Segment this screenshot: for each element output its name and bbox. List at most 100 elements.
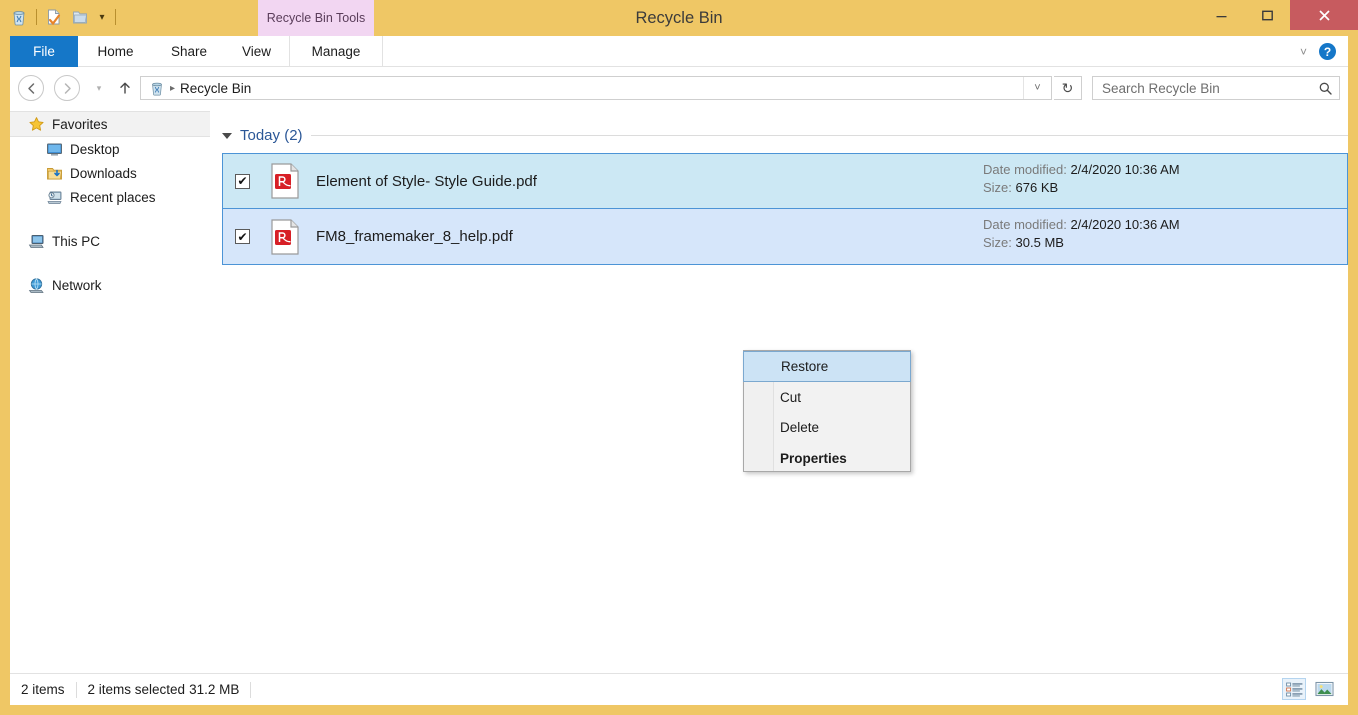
search-box[interactable]: [1092, 76, 1340, 100]
details-view-icon[interactable]: [1282, 678, 1306, 700]
forward-button[interactable]: [54, 75, 80, 101]
chevron-down-icon[interactable]: ˅: [1300, 45, 1307, 59]
size-label: Size:: [983, 235, 1012, 250]
properties-icon[interactable]: [41, 4, 67, 30]
folder-icon[interactable]: [67, 4, 93, 30]
tab-file[interactable]: File: [10, 36, 78, 67]
back-button[interactable]: [18, 75, 44, 101]
date-modified-line: Date modified: 2/4/2020 10:36 AM: [983, 162, 1180, 177]
ribbon-tab-bar: File Home Share View Manage ˅ ?: [10, 36, 1348, 67]
size-line: Size: 676 KB: [983, 180, 1180, 195]
maximize-button[interactable]: [1244, 0, 1290, 30]
row-checkbox[interactable]: ✔: [235, 173, 250, 189]
window-controls: [1198, 0, 1358, 30]
sidebar-item-downloads[interactable]: Downloads: [10, 161, 210, 185]
item-count: 2 items: [21, 682, 65, 697]
selection-count: 2 items selected: [87, 682, 186, 697]
context-menu-item-properties[interactable]: Properties: [744, 443, 910, 474]
group-header-today[interactable]: Today (2): [222, 124, 1348, 146]
triangle-down-icon[interactable]: [222, 133, 232, 139]
file-list: Today (2) ✔ Element of Style- Style Guid…: [210, 107, 1348, 673]
status-bar: 2 items 2 items selected 31.2 MB: [10, 673, 1348, 705]
search-icon: [1319, 82, 1332, 95]
sidebar-gap-2: [10, 253, 210, 273]
contextual-tools-header: Recycle Bin Tools: [258, 0, 374, 36]
tab-view[interactable]: View: [225, 36, 288, 67]
desktop-icon: [46, 141, 63, 158]
context-menu-item-cut[interactable]: Cut: [744, 382, 910, 413]
breadcrumb[interactable]: ▸ Recycle Bin ˅: [140, 76, 1052, 100]
search-input[interactable]: [1102, 80, 1318, 96]
this-pc-icon: [28, 233, 45, 250]
tab-home[interactable]: Home: [78, 36, 153, 67]
recent-locations-caret[interactable]: ▾: [90, 75, 108, 101]
up-button[interactable]: [113, 75, 137, 101]
group-divider: [310, 134, 1348, 136]
size-value: 676 KB: [1015, 180, 1059, 195]
window-title: Recycle Bin: [635, 9, 723, 27]
sidebar-label-recent-places: Recent places: [70, 189, 156, 205]
tab-share[interactable]: Share: [153, 36, 225, 67]
qat-separator-2: [115, 9, 116, 25]
large-icons-view-icon[interactable]: [1312, 678, 1336, 700]
close-button[interactable]: [1290, 0, 1358, 30]
address-dropdown-caret[interactable]: ˅: [1023, 77, 1051, 99]
sidebar-item-network[interactable]: Network: [10, 273, 210, 297]
date-modified-line: Date modified: 2/4/2020 10:36 AM: [983, 217, 1180, 232]
refresh-icon[interactable]: ↻: [1054, 76, 1082, 100]
context-menu-item-delete[interactable]: Delete: [744, 413, 910, 444]
date-modified-value: 2/4/2020 10:36 AM: [1070, 217, 1180, 232]
size-line: Size: 30.5 MB: [983, 235, 1180, 250]
table-row[interactable]: ✔ Element of Style- Style Guide.pdf Date…: [222, 153, 1348, 209]
qat-customize-caret[interactable]: ▾: [93, 4, 111, 30]
breadcrumb-separator: ▸: [170, 82, 176, 94]
file-name: FM8_framemaker_8_help.pdf: [316, 228, 513, 245]
row-checkbox[interactable]: ✔: [235, 229, 250, 244]
file-name: Element of Style- Style Guide.pdf: [316, 172, 537, 190]
pdf-file-icon: [270, 218, 300, 255]
file-metadata: Date modified: 2/4/2020 10:36 AM Size: 3…: [983, 217, 1180, 250]
status-divider-2: [250, 681, 252, 698]
tab-manage[interactable]: Manage: [289, 36, 383, 67]
view-mode-buttons: [1282, 678, 1336, 700]
navigation-pane: Favorites Desktop Downloads Recent place…: [10, 107, 210, 673]
sidebar-item-recent-places[interactable]: Recent places: [10, 185, 210, 209]
table-row[interactable]: ✔ FM8_framemaker_8_help.pdf Date modifie…: [222, 209, 1348, 265]
recycle-bin-breadcrumb-icon: [152, 82, 162, 96]
title-bar: Recycle Bin Recycle Bin Tools ▾: [0, 0, 1358, 36]
date-modified-value: 2/4/2020 10:36 AM: [1070, 162, 1180, 177]
star-icon: [28, 116, 45, 133]
network-icon: [28, 277, 45, 294]
downloads-icon: [46, 165, 63, 182]
recent-places-icon: [46, 189, 63, 206]
sidebar-label-this-pc: This PC: [52, 233, 101, 249]
sidebar-item-desktop[interactable]: Desktop: [10, 137, 210, 161]
minimize-button[interactable]: [1198, 0, 1244, 30]
date-modified-label: Date modified:: [983, 162, 1067, 177]
context-menu-item-restore[interactable]: Restore: [743, 351, 911, 382]
ribbon-right-controls: ˅ ?: [1300, 36, 1346, 67]
sidebar-label-network: Network: [52, 277, 102, 293]
recycle-bin-icon[interactable]: [6, 4, 32, 30]
help-icon[interactable]: ?: [1319, 43, 1336, 60]
sidebar-item-favorites[interactable]: Favorites: [10, 111, 210, 137]
address-bar: ▾ ▸ Recycle Bin ˅ ↻: [10, 67, 1348, 107]
file-metadata: Date modified: 2/4/2020 10:36 AM Size: 6…: [983, 162, 1180, 195]
content-area: Favorites Desktop Downloads Recent place…: [10, 107, 1348, 673]
size-label: Size:: [983, 180, 1012, 195]
sidebar-label-desktop: Desktop: [70, 141, 120, 157]
quick-access-toolbar: ▾: [6, 3, 120, 31]
selection-size: 31.2 MB: [189, 682, 240, 697]
qat-separator: [36, 9, 37, 25]
sidebar-label-favorites: Favorites: [52, 116, 108, 132]
context-menu: Restore Cut Delete Properties: [743, 350, 911, 472]
sidebar-item-this-pc[interactable]: This PC: [10, 229, 210, 253]
sidebar-label-downloads: Downloads: [70, 165, 137, 181]
breadcrumb-label[interactable]: Recycle Bin: [180, 81, 251, 96]
pdf-file-icon: [270, 163, 300, 199]
size-value: 30.5 MB: [1015, 235, 1064, 250]
sidebar-gap-1: [10, 209, 210, 229]
explorer-window: Recycle Bin Recycle Bin Tools ▾ File Hom…: [0, 0, 1358, 715]
date-modified-label: Date modified:: [983, 217, 1067, 232]
group-label: Today (2): [240, 126, 303, 144]
